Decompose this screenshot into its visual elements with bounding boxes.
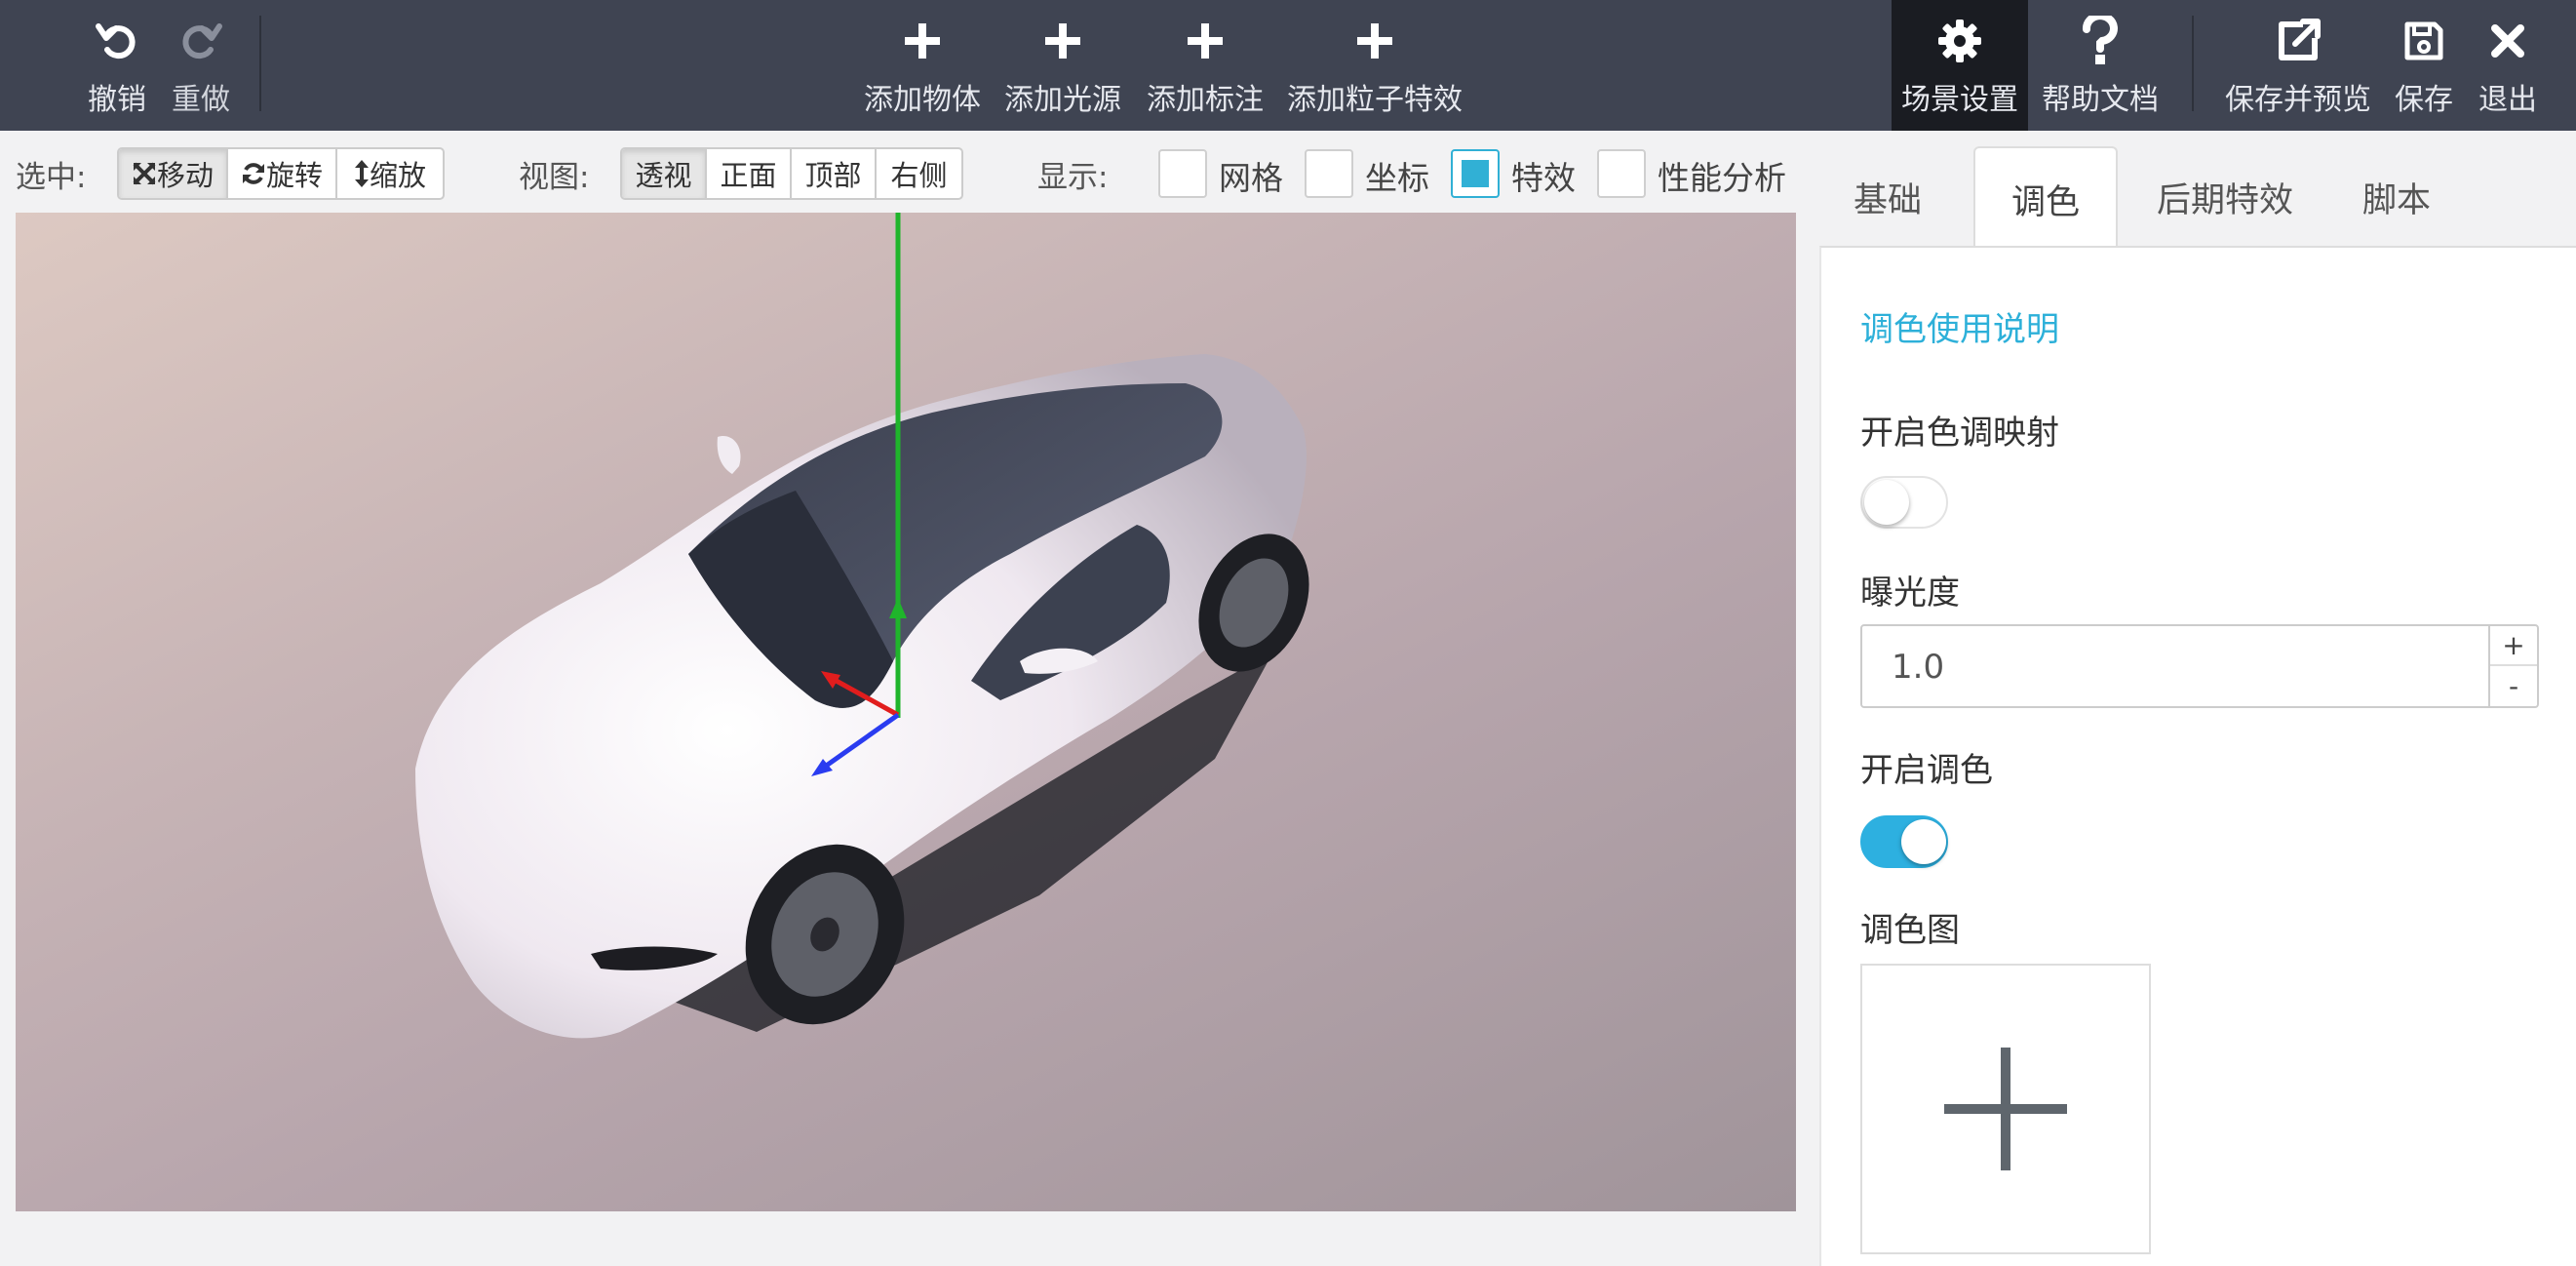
grid-checkbox-label: 网格 <box>1219 159 1283 197</box>
plus-icon <box>901 13 944 69</box>
redo-icon <box>176 13 225 69</box>
save-and-preview-label: 保存并预览 <box>2225 83 2371 117</box>
add-light-button[interactable]: 添加光源 <box>1002 0 1123 131</box>
color-grading-toggle[interactable] <box>1860 815 1948 868</box>
view-perspective-button[interactable]: 透视 <box>622 149 707 198</box>
plus-icon <box>1184 13 1227 69</box>
gear-icon <box>1936 13 1983 69</box>
axes-checkbox[interactable] <box>1305 149 1353 198</box>
transform-mode-group: 移动 旋转 缩放 <box>117 147 445 200</box>
redo-label: 重做 <box>172 83 230 117</box>
plus-icon <box>1041 13 1084 69</box>
view-label: 视图: <box>519 160 590 195</box>
add-light-label: 添加光源 <box>1004 83 1121 117</box>
performance-checkbox-label: 性能分析 <box>1658 159 1786 197</box>
toggle-knob <box>1864 480 1909 525</box>
grid-checkbox[interactable] <box>1158 149 1207 198</box>
plus-icon <box>1944 1048 2067 1170</box>
3d-viewport[interactable] <box>16 213 1796 1211</box>
question-icon <box>2081 13 2120 69</box>
save-button[interactable]: 保存 <box>2393 0 2455 131</box>
view-right-button[interactable]: 右侧 <box>877 149 961 198</box>
vertical-resize-icon <box>354 160 369 187</box>
add-object-button[interactable]: 添加物体 <box>862 0 983 131</box>
color-help-link[interactable]: 调色使用说明 <box>1860 302 2059 350</box>
plus-icon <box>1353 13 1396 69</box>
effects-checkbox[interactable] <box>1451 149 1500 198</box>
tone-mapping-toggle[interactable] <box>1860 476 1948 529</box>
rotate-label: 旋转 <box>265 159 323 192</box>
color-grading-label: 开启调色 <box>1860 751 1993 790</box>
panel-tabs: 基础 调色 后期特效 脚本 <box>1819 146 2576 250</box>
help-docs-label: 帮助文档 <box>2042 83 2159 117</box>
viewport-toolbar: 选中: 移动 旋转 缩放 视图: 透视 正面 顶部 右侧 显示: 网格 坐标 特… <box>0 131 1804 213</box>
add-particle-button[interactable]: 添加粒子特效 <box>1285 0 1464 131</box>
add-object-label: 添加物体 <box>864 83 981 117</box>
lut-label: 调色图 <box>1860 911 1960 950</box>
floppy-disk-icon <box>2403 13 2444 69</box>
move-arrows-icon <box>133 162 156 185</box>
tab-post-effects[interactable]: 后期特效 <box>2137 146 2313 248</box>
toggle-knob <box>1901 819 1946 864</box>
refresh-icon <box>242 163 264 184</box>
tab-color-grading[interactable]: 调色 <box>1973 146 2118 250</box>
decrement-button[interactable]: - <box>2490 666 2537 706</box>
add-annotation-button[interactable]: 添加标注 <box>1145 0 1266 131</box>
add-particle-label: 添加粒子特效 <box>1287 83 1463 117</box>
exposure-stepper: + - <box>2488 626 2537 706</box>
save-label: 保存 <box>2395 83 2453 117</box>
car-model[interactable] <box>16 213 1796 1211</box>
view-front-button[interactable]: 正面 <box>707 149 792 198</box>
tab-basic[interactable]: 基础 <box>1819 146 1956 248</box>
select-label: 选中: <box>16 160 87 195</box>
add-annotation-label: 添加标注 <box>1147 83 1264 117</box>
scene-settings-label: 场景设置 <box>1901 83 2018 117</box>
save-and-preview-button[interactable]: 保存并预览 <box>2223 0 2373 131</box>
close-icon <box>2490 13 2525 69</box>
undo-label: 撤销 <box>88 83 146 117</box>
tone-mapping-label: 开启色调映射 <box>1860 414 2059 453</box>
tab-script[interactable]: 脚本 <box>2324 146 2469 248</box>
external-link-icon <box>2274 13 2322 69</box>
scale-label: 缩放 <box>369 159 426 192</box>
increment-button[interactable]: + <box>2490 626 2537 666</box>
undo-icon <box>93 13 141 69</box>
redo-button[interactable]: 重做 <box>166 0 236 131</box>
divider <box>2192 16 2194 111</box>
exit-button[interactable]: 退出 <box>2477 0 2539 131</box>
effects-checkbox-label: 特效 <box>1511 159 1576 197</box>
lut-upload-button[interactable] <box>1860 964 2151 1254</box>
axes-checkbox-label: 坐标 <box>1365 159 1429 197</box>
properties-panel: 调色使用说明 开启色调映射 曝光度 1.0 + - 开启调色 调色图 <box>1819 246 2576 1266</box>
scene-settings-button[interactable]: 场景设置 <box>1892 0 2028 131</box>
scale-button[interactable]: 缩放 <box>337 149 443 198</box>
checkbox-check-mark <box>1462 160 1489 187</box>
move-label: 移动 <box>156 159 214 192</box>
performance-checkbox[interactable] <box>1597 149 1646 198</box>
view-top-button[interactable]: 顶部 <box>792 149 877 198</box>
rotate-button[interactable]: 旋转 <box>228 149 337 198</box>
exposure-label: 曝光度 <box>1860 574 1960 613</box>
undo-button[interactable]: 撤销 <box>82 0 152 131</box>
exposure-value: 1.0 <box>1892 648 1945 687</box>
exit-label: 退出 <box>2478 83 2537 117</box>
display-label: 显示: <box>1037 160 1109 195</box>
top-bar: 撤销 重做 添加物体 添加光源 添加标注 添加粒子特效 场景设置 帮助文档 保存… <box>0 0 2576 131</box>
view-mode-group: 透视 正面 顶部 右侧 <box>620 147 963 200</box>
exposure-input[interactable]: 1.0 + - <box>1860 624 2539 708</box>
divider <box>259 16 261 111</box>
move-button[interactable]: 移动 <box>119 149 228 198</box>
help-docs-button[interactable]: 帮助文档 <box>2040 0 2161 131</box>
